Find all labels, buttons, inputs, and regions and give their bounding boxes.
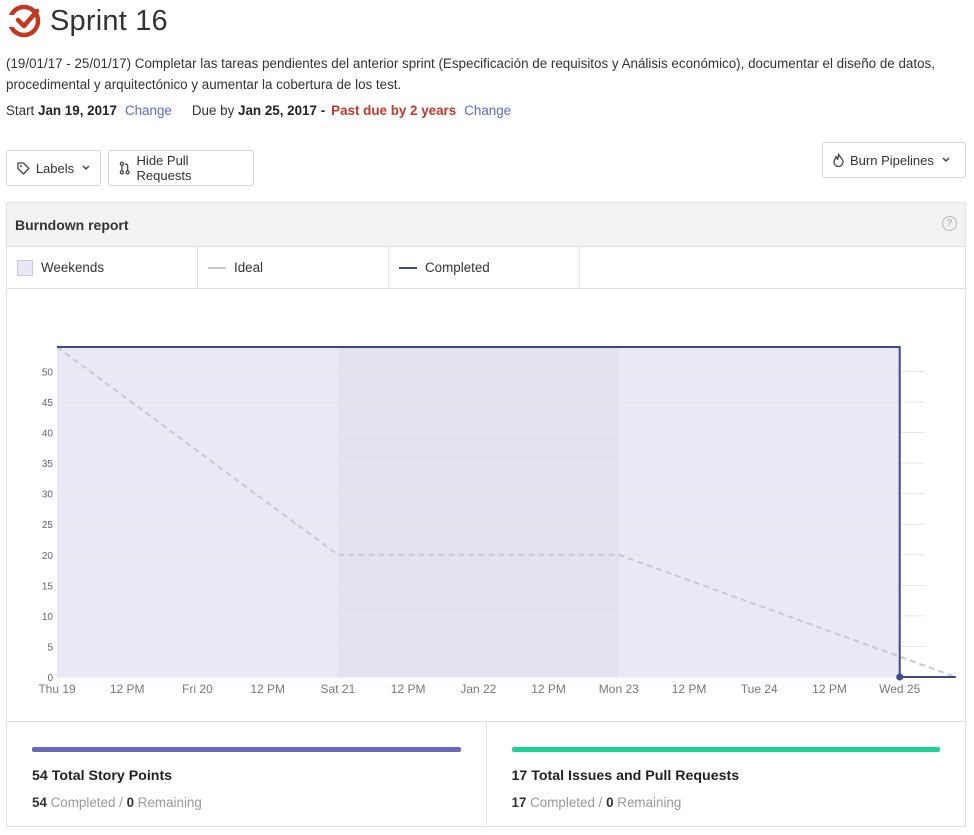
x-tick-label: 12 PM — [812, 682, 847, 696]
y-tick-label: 10 — [42, 612, 54, 623]
pull-request-icon — [119, 161, 130, 175]
due-label: Due by — [191, 103, 235, 118]
story-points-breakdown: 54 Completed / 0 Remaining — [32, 795, 461, 810]
separator: / — [598, 795, 603, 810]
chevron-down-icon — [82, 165, 90, 171]
y-tick-label: 50 — [42, 367, 54, 378]
x-tick-label: Thu 19 — [38, 682, 76, 696]
remaining-label: Remaining — [137, 795, 202, 810]
completed-label: Completed — [530, 795, 595, 810]
labels-button[interactable]: Labels — [6, 150, 101, 186]
completed-swatch — [399, 266, 417, 269]
ideal-swatch — [208, 266, 226, 269]
y-tick-label: 5 — [47, 642, 53, 653]
burndown-report: Burndown report ? Weekends Ideal Complet… — [6, 202, 966, 827]
sprint-description: (19/01/17 - 25/01/17) Completar las tare… — [6, 56, 935, 92]
issues-stat: 17 Total Issues and Pull Requests 17 Com… — [485, 722, 966, 825]
chart-legend: Weekends Ideal Completed — [7, 247, 965, 289]
due-date: Jan 25, 2017 — [238, 103, 317, 118]
issues-remaining: 0 — [606, 795, 614, 810]
help-icon[interactable]: ? — [942, 216, 957, 231]
remaining-label: Remaining — [617, 795, 682, 810]
report-header: Burndown report ? — [7, 203, 965, 247]
legend-ideal[interactable]: Ideal — [198, 247, 389, 288]
x-tick-label: Wed 25 — [879, 682, 920, 696]
story-points-title: 54 Total Story Points — [32, 768, 173, 784]
issues-bar — [511, 747, 940, 752]
y-tick-label: 15 — [42, 581, 54, 592]
separator: / — [119, 795, 123, 810]
y-tick-label: 40 — [42, 429, 54, 440]
legend-weekends-label: Weekends — [41, 260, 105, 275]
milestone-logo-icon — [6, 4, 41, 38]
sprint-dates: Start Jan 19, 2017 Change Due by Jan 25,… — [6, 103, 511, 118]
start-label: Start — [6, 103, 35, 118]
start-date: Jan 19, 2017 — [38, 103, 117, 118]
flame-icon — [833, 153, 844, 167]
legend-weekends[interactable]: Weekends — [7, 247, 198, 288]
hide-pull-requests-button[interactable]: Hide Pull Requests — [108, 150, 254, 186]
x-tick-label: 12 PM — [250, 682, 285, 696]
stats-panel: 54 Total Story Points 54 Completed / 0 R… — [7, 722, 965, 825]
x-tick-label: 12 PM — [672, 682, 707, 696]
weekend-band — [337, 347, 619, 677]
x-tick-label: Jan 22 — [460, 682, 496, 696]
y-tick-label: 25 — [42, 520, 54, 531]
story-points-bar — [32, 747, 461, 752]
report-title: Burndown report — [15, 216, 129, 233]
y-tick-label: 20 — [42, 551, 54, 562]
page-title: Sprint 16 — [50, 4, 168, 37]
y-tick-label: 35 — [42, 459, 54, 470]
issues-title: 17 Total Issues and Pull Requests — [511, 768, 740, 784]
x-tick-label: 12 PM — [391, 682, 426, 696]
due-change-link[interactable]: Change — [464, 103, 511, 118]
completed-label: Completed — [50, 795, 116, 810]
legend-completed[interactable]: Completed — [389, 247, 580, 288]
legend-completed-label: Completed — [425, 260, 490, 275]
x-tick-label: 12 PM — [110, 682, 145, 696]
burn-pipelines-label: Burn Pipelines — [850, 152, 934, 168]
burn-pipelines-button[interactable]: Burn Pipelines — [822, 142, 966, 178]
story-points-remaining: 0 — [126, 795, 135, 810]
weekends-swatch — [17, 259, 33, 276]
story-points-stat: 54 Total Story Points 54 Completed / 0 R… — [7, 722, 486, 825]
due-separator: - — [320, 103, 326, 118]
page-header: Sprint 16 — [6, 2, 168, 40]
chevron-down-icon — [942, 157, 950, 163]
burndown-chart-svg: 05101520253035404550Thu 19 12 PM Fri 20 12 … — [38, 346, 957, 696]
issues-completed: 17 — [511, 795, 527, 810]
y-tick-label: 45 — [42, 398, 54, 409]
issues-breakdown: 17 Completed / 0 Remaining — [512, 795, 941, 810]
legend-ideal-label: Ideal — [234, 260, 264, 275]
x-tick-label: Fri 20 — [182, 682, 213, 696]
completed-point — [896, 673, 904, 681]
burndown-chart: 0 5 10 15 20 25 30 35 40 45 50 Thu 19 12 PM Fri 20 12 … — [7, 289, 965, 722]
x-tick-label: Sat 21 — [321, 682, 356, 696]
y-tick-label: 30 — [42, 490, 54, 501]
hide-pr-label: Hide Pull Requests — [136, 153, 192, 183]
story-points-completed: 54 — [32, 795, 47, 810]
x-tick-label: Mon 23 — [599, 682, 639, 696]
labels-button-label: Labels — [35, 160, 75, 176]
x-tick-label: Tue 24 — [741, 682, 778, 696]
tag-icon — [17, 161, 30, 175]
start-change-link[interactable]: Change — [125, 103, 172, 118]
past-due-badge: Past due by 2 years — [331, 103, 457, 118]
x-tick-label: 12 PM — [531, 682, 566, 696]
